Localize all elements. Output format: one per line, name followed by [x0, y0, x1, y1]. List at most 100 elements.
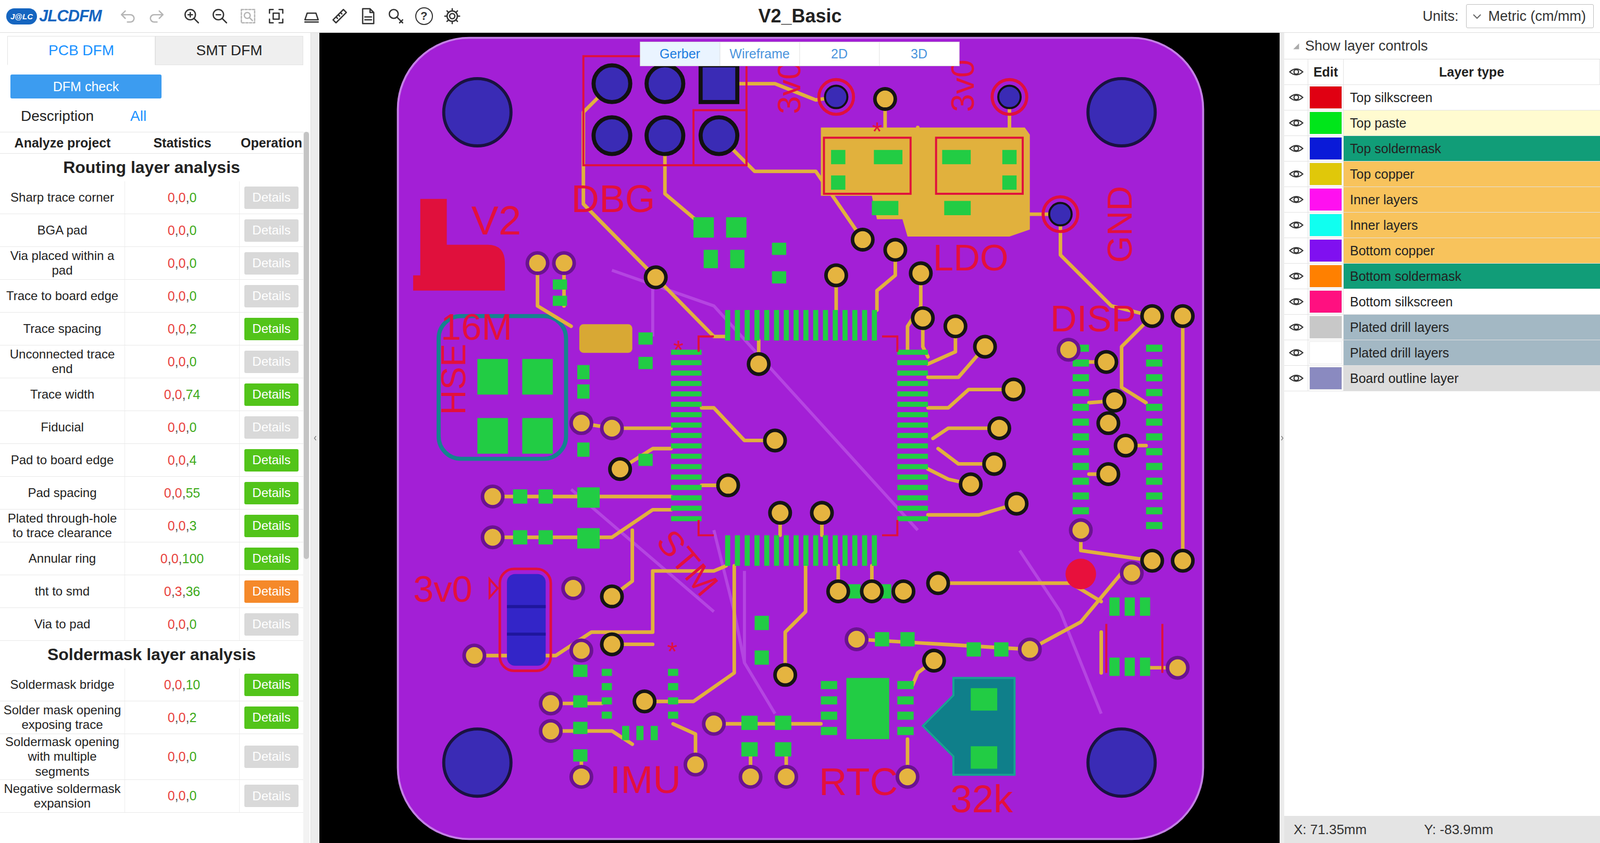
details-button[interactable]: Details — [244, 317, 299, 341]
layer-color-swatch[interactable] — [1309, 213, 1343, 237]
via — [897, 766, 918, 787]
details-button[interactable]: Details — [244, 383, 299, 406]
eye-icon[interactable] — [1288, 64, 1305, 80]
details-button[interactable]: Details — [244, 706, 299, 729]
view-tab[interactable]: Gerber — [640, 42, 721, 66]
details-button[interactable]: Details — [244, 416, 299, 439]
layer-row[interactable]: Top soldermask — [1284, 135, 1600, 162]
eye-icon[interactable] — [1288, 268, 1305, 284]
layer-row[interactable]: Bottom copper — [1284, 238, 1600, 264]
layer-row[interactable]: Bottom silkscreen — [1284, 289, 1600, 315]
undo-icon[interactable] — [119, 7, 138, 26]
details-button[interactable]: Details — [244, 613, 299, 636]
logo-badge: J@LC — [6, 8, 37, 25]
layer-row[interactable]: Inner layers — [1284, 187, 1600, 213]
fit-view-icon[interactable] — [267, 7, 285, 26]
dfm-check-button[interactable]: DFM check — [10, 74, 162, 99]
layer-color-swatch[interactable] — [1309, 341, 1343, 365]
layer-row[interactable]: Top copper — [1284, 161, 1600, 188]
layer-color-swatch[interactable] — [1309, 85, 1343, 109]
details-button[interactable]: Details — [244, 514, 299, 538]
crystal-16m — [579, 324, 633, 353]
layer-controls-toggle[interactable]: Show layer controls — [1284, 32, 1600, 59]
statistics: 0, 0, 0 — [125, 181, 240, 214]
details-button[interactable]: Details — [244, 547, 299, 570]
pcb-canvas[interactable]: GerberWireframe2D3DDBGV216MHSESTMIMURTC3… — [319, 32, 1280, 843]
details-button[interactable]: Details — [244, 784, 299, 808]
details-button[interactable]: Details — [244, 219, 299, 242]
layer-color-swatch[interactable] — [1309, 162, 1343, 186]
layer-color-swatch[interactable] — [1309, 315, 1343, 339]
panel-tab[interactable]: SMT DFM — [155, 35, 304, 66]
pdf-export-icon[interactable] — [358, 7, 377, 26]
help-icon[interactable]: ? — [415, 7, 433, 26]
layers-icon[interactable] — [302, 7, 321, 26]
layer-row[interactable]: Top paste — [1284, 110, 1600, 136]
via — [482, 527, 503, 548]
layer-color-swatch[interactable] — [1309, 111, 1343, 135]
scrollbar[interactable] — [303, 131, 310, 843]
via — [1096, 351, 1117, 372]
eye-icon[interactable] — [1288, 344, 1305, 361]
layer-color-swatch[interactable] — [1309, 264, 1343, 288]
collapse-handle[interactable] — [1279, 32, 1285, 843]
eye-icon[interactable] — [1288, 370, 1305, 387]
redo-icon[interactable] — [147, 7, 166, 26]
via — [740, 766, 761, 787]
eye-icon[interactable] — [1288, 217, 1305, 233]
description-filter[interactable]: DescriptionAll — [0, 98, 311, 129]
eye-icon[interactable] — [1288, 293, 1305, 310]
view-tab[interactable]: 2D — [799, 42, 880, 66]
view-tab[interactable]: Wireframe — [720, 42, 800, 66]
column-header: Analyze project — [0, 132, 126, 154]
layer-color-swatch[interactable] — [1309, 239, 1343, 263]
via — [811, 502, 833, 524]
panel-tab[interactable]: PCB DFM — [7, 35, 156, 66]
details-button[interactable]: Details — [244, 284, 299, 308]
details-button[interactable]: Details — [244, 673, 299, 697]
layer-row[interactable]: Inner layers — [1284, 212, 1600, 239]
eye-icon[interactable] — [1288, 242, 1305, 259]
chevron-left-icon — [313, 433, 318, 443]
layer-row[interactable]: Board outline layer — [1284, 365, 1600, 392]
details-button[interactable]: Details — [244, 252, 299, 275]
ruler-icon[interactable] — [330, 7, 349, 26]
eye-icon[interactable] — [1288, 115, 1305, 131]
layer-color-swatch[interactable] — [1309, 188, 1343, 212]
eye-icon[interactable] — [1288, 140, 1305, 157]
layer-panel: Show layer controlsEditLayer typeTop sil… — [1284, 32, 1600, 843]
layer-color-swatch[interactable] — [1309, 366, 1343, 390]
chevron-down-icon — [1470, 9, 1484, 23]
via — [1003, 379, 1024, 400]
details-button[interactable]: Details — [244, 350, 299, 374]
zoom-in-icon[interactable] — [182, 7, 201, 26]
eye-icon[interactable] — [1288, 89, 1305, 106]
statistics: 0, 0, 0 — [125, 734, 240, 780]
inspect-tool-icon[interactable] — [387, 7, 405, 26]
units-select[interactable]: Metric (cm/mm) — [1466, 4, 1594, 29]
layer-color-swatch[interactable] — [1309, 290, 1343, 314]
collapse-handle[interactable] — [310, 32, 320, 843]
view-tab[interactable]: 3D — [879, 42, 959, 66]
layer-row[interactable]: Top silkscreen — [1284, 84, 1600, 111]
layer-row[interactable]: Bottom soldermask — [1284, 263, 1600, 290]
settings-gear-icon[interactable] — [443, 7, 462, 26]
via — [945, 316, 966, 337]
zoom-box-icon[interactable] — [239, 7, 257, 26]
details-button[interactable]: Details — [244, 745, 299, 768]
details-button[interactable]: Details — [244, 186, 299, 209]
eye-icon[interactable] — [1288, 191, 1305, 208]
layer-row[interactable]: Plated drill layers — [1284, 314, 1600, 341]
logo[interactable]: J@LCJLCDFM — [6, 6, 102, 26]
eye-icon[interactable] — [1288, 319, 1305, 336]
details-button[interactable]: Details — [244, 449, 299, 472]
zoom-out-icon[interactable] — [211, 7, 229, 26]
eye-icon[interactable] — [1288, 166, 1305, 182]
layer-row[interactable]: Plated drill layers — [1284, 340, 1600, 366]
layer-color-swatch[interactable] — [1309, 137, 1343, 160]
details-button[interactable]: Details — [244, 481, 299, 505]
details-button[interactable]: Details — [244, 580, 299, 603]
silkscreen-label: 3v0 — [944, 59, 981, 113]
layer-table: EditLayer typeTop silkscreenTop pasteTop… — [1284, 58, 1600, 392]
pcb-board[interactable]: DBGV216MHSESTMIMURTC32kLDODISPGND3v03v03… — [319, 32, 1280, 843]
